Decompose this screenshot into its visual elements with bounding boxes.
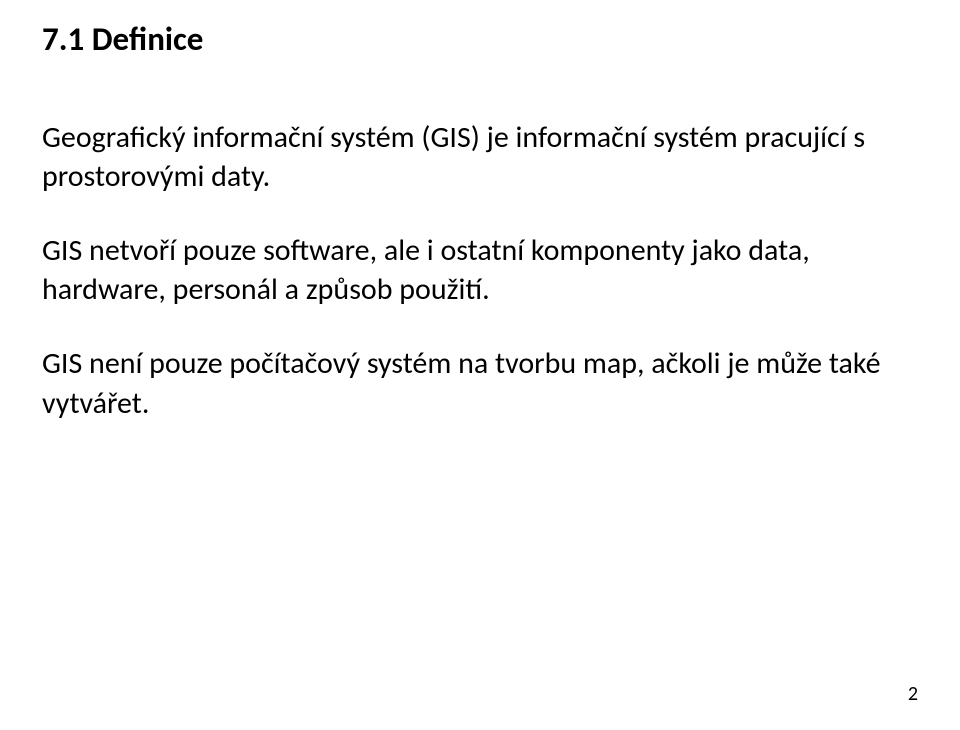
document-page: 7.1 Definice Geografický informační syst… xyxy=(0,0,960,730)
body-paragraph: GIS netvoří pouze software, ale i ostatn… xyxy=(42,231,918,310)
section-heading: 7.1 Definice xyxy=(42,20,918,60)
body-paragraph: GIS není pouze počítačový systém na tvor… xyxy=(42,344,918,423)
body-paragraph: Geografický informační systém (GIS) je i… xyxy=(42,118,918,197)
page-number: 2 xyxy=(908,682,918,706)
